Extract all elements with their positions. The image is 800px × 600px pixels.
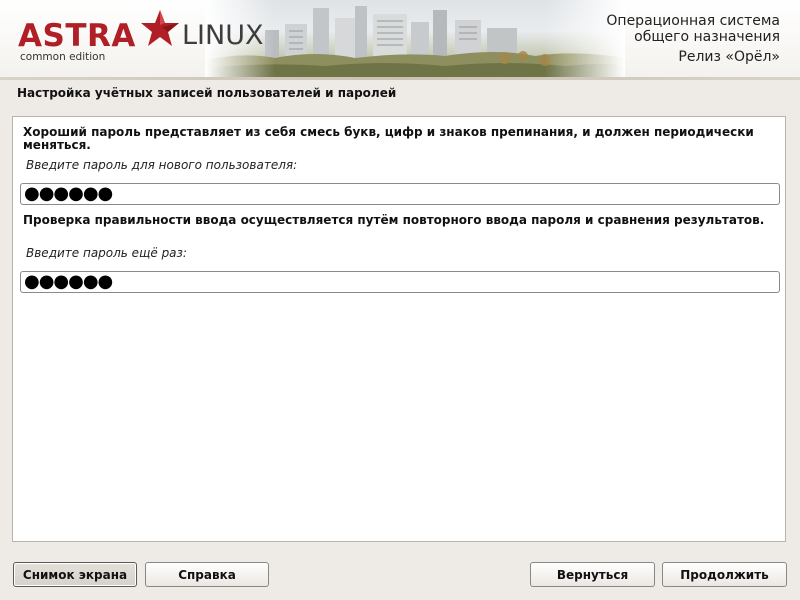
screenshot-button[interactable]: Снимок экрана (13, 562, 137, 587)
password-confirm-input[interactable]: ●●●●●● (20, 271, 780, 293)
password-input[interactable]: ●●●●●● (20, 183, 780, 205)
os-line-2: общего назначения (634, 29, 780, 45)
password-confirm-prompt-label: Введите пароль ещё раз: (26, 246, 187, 260)
os-line-1: Операционная система (606, 13, 780, 29)
linux-logo-text: LINUX (182, 20, 264, 51)
content-panel: Хороший пароль представляет из себя смес… (12, 116, 786, 542)
header-banner: ASTRA LINUX common edition Операционная … (0, 0, 800, 77)
edition-label: common edition (20, 51, 106, 63)
page-title: Настройка учётных записей пользователей … (17, 86, 397, 100)
password-advice-text: Хороший пароль представляет из себя смес… (23, 125, 754, 152)
back-button[interactable]: Вернуться (530, 562, 655, 587)
star-logo-icon (141, 10, 179, 46)
release-name: Релиз «Орёл» (678, 49, 780, 65)
password-prompt-label: Введите пароль для нового пользователя: (26, 158, 298, 172)
continue-button[interactable]: Продолжить (662, 562, 787, 587)
help-button[interactable]: Справка (145, 562, 269, 587)
city-photo (205, 0, 625, 77)
os-description: Операционная система общего назначения Р… (606, 13, 780, 66)
astra-logo-text: ASTRA (18, 18, 136, 54)
header-divider (0, 77, 800, 80)
verification-text: Проверка правильности ввода осуществляет… (23, 213, 765, 227)
